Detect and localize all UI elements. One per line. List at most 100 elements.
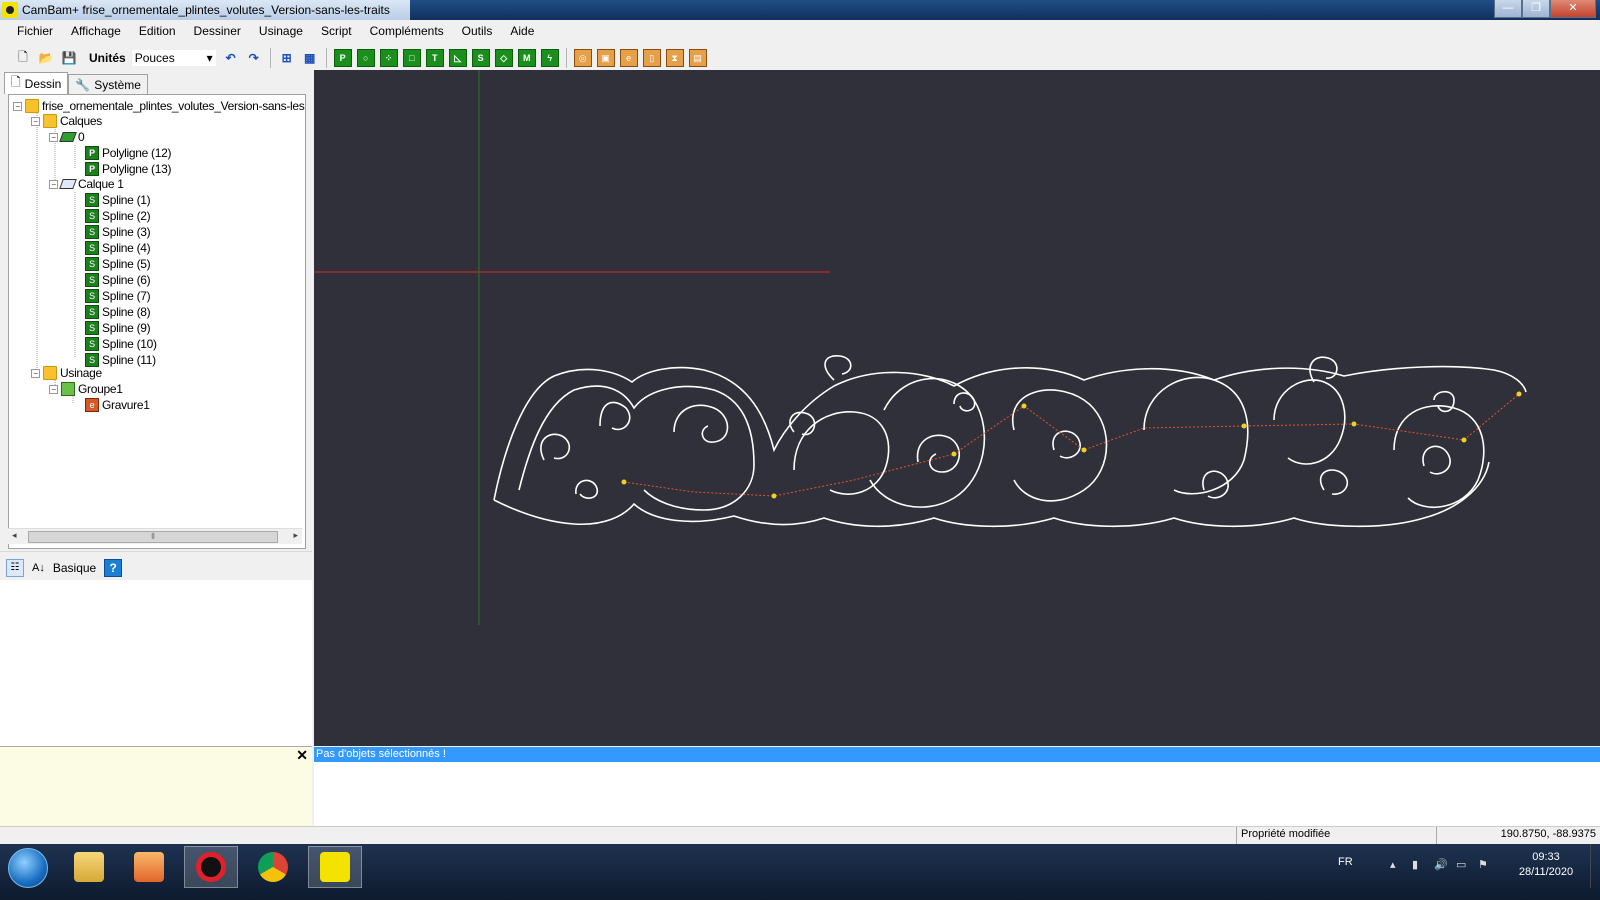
clock[interactable]: 09:33 28/11/2020: [1514, 850, 1578, 880]
ornamental-frieze[interactable]: [493, 355, 1527, 528]
profile-op-icon[interactable]: ◎: [573, 49, 592, 67]
tree-item-calque-1[interactable]: − Calque 1: [49, 176, 124, 192]
battery-icon[interactable]: ▮: [1412, 858, 1424, 871]
menu-usinage[interactable]: Usinage: [250, 20, 312, 42]
menu-fichier[interactable]: Fichier: [8, 20, 62, 42]
tree-item-gravure1[interactable]: e Gravure1: [85, 397, 150, 413]
taskbar-media-player[interactable]: [122, 846, 176, 888]
snap-grid-icon[interactable]: ⊞: [278, 49, 296, 67]
tree-item-spline[interactable]: S Spline (6): [85, 272, 151, 288]
engrave-op-icon[interactable]: e: [619, 49, 638, 67]
open-folder-icon[interactable]: 📂: [37, 49, 55, 67]
tree-item-spline[interactable]: S Spline (8): [85, 304, 151, 320]
close-button[interactable]: ✕: [1550, 0, 1596, 18]
main-toolbar: 🗋 📂 💾 Unités Pouces ▾ ↶ ↷ ⊞ ▦ P ○ ⁘ □ T …: [0, 45, 1600, 71]
action-center-icon[interactable]: ⚑: [1478, 858, 1490, 871]
drill-op-icon[interactable]: ▯: [642, 49, 661, 67]
alphabetical-sort-icon[interactable]: A↓: [32, 562, 45, 574]
menu-affichage[interactable]: Affichage: [62, 20, 130, 42]
language-indicator[interactable]: FR: [1338, 856, 1353, 868]
tree-item-label: Spline (7): [102, 289, 151, 303]
left-panel-tabs: 🗋 Dessin 🔧 Système: [4, 72, 148, 94]
spline-icon: S: [85, 209, 99, 223]
tree-item-root[interactable]: − frise_ornementale_plintes_volutes_Vers…: [13, 98, 306, 114]
tree-item-spline[interactable]: S Spline (3): [85, 224, 151, 240]
tree-item-spline[interactable]: S Spline (10): [85, 336, 157, 352]
title-bar: CamBam+ frise_ornementale_plintes_volute…: [0, 0, 1600, 20]
menu-dessiner[interactable]: Dessiner: [185, 20, 250, 42]
tree-root-label: frise_ornementale_plintes_volutes_Versio…: [42, 99, 306, 113]
tree-item-calques[interactable]: − Calques: [31, 113, 102, 129]
menu-script[interactable]: Script: [312, 20, 361, 42]
taskbar-opera[interactable]: [184, 846, 238, 888]
pocket-op-icon[interactable]: ▣: [596, 49, 615, 67]
tree-item-polyline[interactable]: P Polyligne (12): [85, 145, 171, 161]
menu-complements[interactable]: Compléments: [361, 20, 453, 42]
properties-mode-label[interactable]: Basique: [53, 561, 96, 575]
collapse-icon[interactable]: −: [49, 132, 58, 142]
polyline-tool-icon[interactable]: P: [333, 49, 352, 67]
scroll-left-icon[interactable]: ◂: [12, 530, 17, 541]
units-dropdown[interactable]: Pouces ▾: [130, 49, 217, 67]
collapse-icon[interactable]: −: [49, 179, 58, 189]
tree-item-label: Spline (1): [102, 193, 151, 207]
surface-tool-icon[interactable]: ◇: [494, 49, 513, 67]
tree-item-label: Spline (2): [102, 209, 151, 223]
tree-item-usinage[interactable]: − Usinage: [31, 365, 102, 381]
new-file-icon[interactable]: 🗋: [14, 49, 32, 67]
taskbar-chrome[interactable]: [246, 846, 300, 888]
volume-icon[interactable]: 🔊: [1434, 858, 1448, 871]
collapse-icon[interactable]: −: [13, 101, 22, 111]
tree-item-spline[interactable]: S Spline (5): [85, 256, 151, 272]
drawing-canvas[interactable]: [314, 70, 1600, 746]
circle-tool-icon[interactable]: ○: [356, 49, 375, 67]
tree-item-groupe1[interactable]: − Groupe1: [49, 381, 123, 397]
help-icon[interactable]: ?: [104, 559, 123, 577]
canvas-svg[interactable]: [314, 70, 1600, 746]
tab-dessin[interactable]: 🗋 Dessin: [4, 72, 69, 94]
scrollbar-thumb[interactable]: ⦀: [28, 531, 278, 543]
panel-splitter[interactable]: [0, 551, 312, 555]
menu-outils[interactable]: Outils: [453, 20, 502, 42]
grid-icon[interactable]: ▦: [301, 49, 319, 67]
minimize-button[interactable]: —: [1494, 0, 1522, 18]
gcode-op-icon[interactable]: ▤: [688, 49, 707, 67]
tree-item-polyline[interactable]: P Polyligne (13): [85, 161, 171, 177]
scroll-right-icon[interactable]: ▸: [293, 530, 298, 541]
rectangle-tool-icon[interactable]: □: [402, 49, 421, 67]
categorized-view-icon[interactable]: ☷: [6, 559, 24, 577]
tree-calques-label: Calques: [60, 114, 102, 128]
tree-item-spline[interactable]: S Spline (9): [85, 320, 151, 336]
region-tool-icon[interactable]: ◺: [448, 49, 467, 67]
show-hidden-icons-icon[interactable]: ▴: [1390, 858, 1402, 871]
tree-item-spline[interactable]: S Spline (1): [85, 192, 151, 208]
menu-edition[interactable]: Edition: [130, 20, 185, 42]
spline-tool-icon[interactable]: S: [471, 49, 490, 67]
profile-tool-icon[interactable]: M: [517, 49, 536, 67]
redo-icon[interactable]: ↷: [245, 49, 263, 67]
tree-item-spline[interactable]: S Spline (7): [85, 288, 151, 304]
collapse-icon[interactable]: −: [49, 384, 58, 394]
text-tool-icon[interactable]: T: [425, 49, 444, 67]
flash-tool-icon[interactable]: ϟ: [540, 49, 559, 67]
close-message-icon[interactable]: ✕: [296, 747, 308, 764]
windows-taskbar: FR ▴ ▮ 🔊 ▭ ⚑ 09:33 28/11/2020: [0, 844, 1600, 900]
tree-item-spline[interactable]: S Spline (2): [85, 208, 151, 224]
collapse-icon[interactable]: −: [31, 116, 40, 126]
taskbar-explorer[interactable]: [62, 846, 116, 888]
network-icon[interactable]: ▭: [1456, 858, 1468, 871]
collapse-icon[interactable]: −: [31, 368, 40, 378]
save-icon[interactable]: 💾: [60, 49, 78, 67]
tab-systeme[interactable]: 🔧 Système: [68, 74, 148, 94]
tree-item-spline[interactable]: S Spline (4): [85, 240, 151, 256]
tree-horizontal-scrollbar[interactable]: ◂ ⦀ ▸: [8, 528, 302, 544]
points-tool-icon[interactable]: ⁘: [379, 49, 398, 67]
lathe-op-icon[interactable]: ⧗: [665, 49, 684, 67]
show-desktop-button[interactable]: [1590, 844, 1600, 888]
start-button[interactable]: [8, 848, 48, 888]
taskbar-cambam[interactable]: [308, 846, 362, 888]
tree-item-layer-0[interactable]: − 0: [49, 129, 85, 145]
undo-icon[interactable]: ↶: [222, 49, 240, 67]
menu-aide[interactable]: Aide: [501, 20, 543, 42]
maximize-button[interactable]: ❐: [1522, 0, 1550, 18]
